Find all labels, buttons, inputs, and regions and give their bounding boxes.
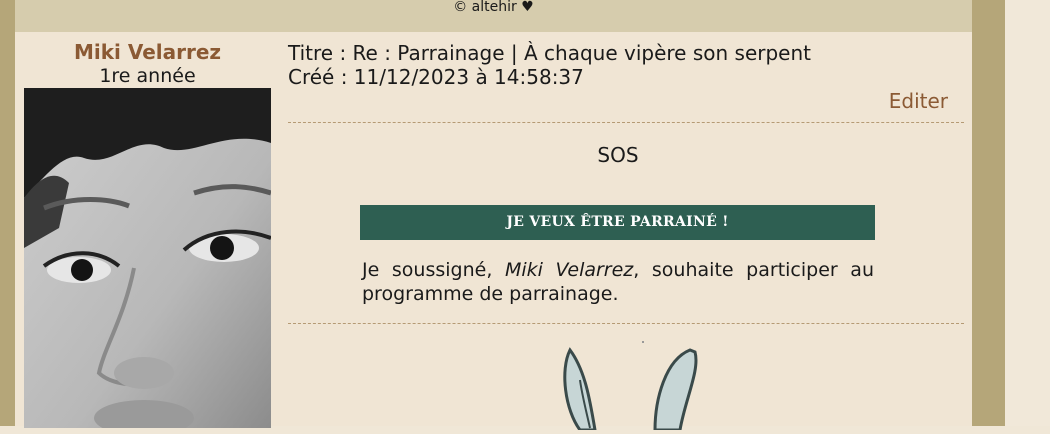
author-rank: 1re année [99,65,196,87]
bunny-ears-icon [563,341,698,432]
page-margin-right [1005,0,1050,426]
avatar-photo-icon [24,88,271,428]
post-title: Titre : Re : Parrainage | À chaque vipèr… [288,41,811,65]
frame-left-border [0,0,15,426]
declaration-name: Miki Velarrez [504,259,634,281]
avatar [24,88,271,428]
post-heading: SOS [597,143,639,167]
frame-right-border [972,0,1005,426]
declaration-text: Je soussigné, Miki Velarrez, souhaite pa… [362,258,874,306]
declaration-prefix: Je soussigné, [362,259,505,281]
sponsorship-banner: JE VEUX ÊTRE PARRAINÉ ! [360,205,875,240]
author-name[interactable]: Miki Velarrez [15,40,280,64]
top-bar: © altehir ♥ [15,0,972,32]
illustration [560,340,730,432]
divider-top [288,122,964,123]
copyright-text: © altehir ♥ [453,0,534,15]
post-container: Miki Velarrez 1re année Titre: Re: Par… [15,32,972,432]
post-date: Créé : 11/12/2023 à 14:58:37 [288,65,584,89]
divider-bottom [288,323,964,324]
edit-link[interactable]: Editer [889,89,948,113]
